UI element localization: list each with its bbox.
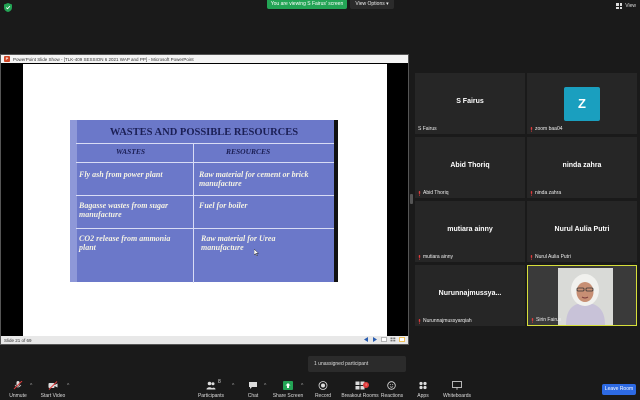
participants-button[interactable]: Participants — [191, 381, 231, 399]
leave-room-button[interactable]: Leave Room — [602, 384, 636, 395]
ppt-status-bar: Slide 21 of 69 — [1, 336, 408, 344]
slide-heading: WASTES AND POSSIBLE RESOURCES — [109, 127, 299, 138]
resource-cell: Fuel for boiler — [199, 201, 248, 210]
mic-muted-icon — [530, 190, 533, 196]
viewing-screen-banner: You are viewing S Fairus' screen — [267, 0, 347, 9]
avatar: Z — [564, 87, 600, 121]
slide-left-strip — [70, 120, 77, 282]
normal-view-icon[interactable] — [381, 337, 387, 342]
slide-show-icon[interactable] — [399, 337, 405, 342]
participant-name: S Fairus — [456, 98, 484, 105]
participant-label: mutiara ainny — [418, 254, 453, 260]
table-rule — [76, 228, 334, 229]
mic-muted-icon — [530, 126, 533, 132]
participant-tile-active-speaker[interactable]: Sirin Fairus — [527, 265, 637, 326]
mic-muted-icon — [418, 190, 421, 196]
split-resize-handle[interactable] — [410, 194, 413, 204]
participants-count: 8 — [218, 379, 221, 385]
participants-icon — [206, 381, 216, 390]
table-rule — [76, 162, 334, 163]
participant-label: Abid Thoriq — [418, 190, 448, 196]
participant-label: S Fairus — [418, 126, 437, 132]
mic-muted-icon — [13, 381, 23, 390]
slide-counter: Slide 21 of 69 — [4, 337, 32, 343]
resource-cell: Raw material for cement or brick manufac… — [199, 170, 309, 188]
table-rule — [76, 195, 334, 196]
shield-icon[interactable] — [4, 3, 12, 12]
whiteboard-icon — [452, 381, 462, 390]
participant-tile[interactable]: Abid Thoriq Abid Thoriq — [415, 137, 525, 198]
resource-cell: Raw material for Urea manufacture — [201, 234, 276, 252]
participant-tile[interactable]: Nurul Aulia Putri Nurul Aulia Putri — [527, 201, 637, 262]
column-header-wastes: WASTES — [116, 147, 146, 156]
waste-cell: Fly ash from power plant — [79, 170, 163, 179]
participant-tile[interactable]: S Fairus S Fairus — [415, 73, 525, 134]
slide-table-image: WASTES AND POSSIBLE RESOURCES WASTES RES… — [70, 120, 338, 283]
chat-caret-icon[interactable]: ^ — [264, 383, 266, 389]
smiley-plus-icon — [387, 381, 396, 390]
participant-label: ninda zahra — [530, 190, 561, 196]
ppt-view-controls — [363, 337, 405, 342]
meeting-toolbar: Unmute ^ Start Video ^ Participants 8 ^ … — [0, 378, 640, 400]
participant-tile[interactable]: ninda zahra ninda zahra — [527, 137, 637, 198]
mic-muted-icon — [531, 317, 534, 323]
next-slide-icon[interactable] — [372, 337, 378, 342]
mouse-pointer-icon — [254, 249, 259, 256]
mic-muted-icon — [530, 254, 533, 260]
participant-label: Sirin Fairus — [531, 317, 561, 323]
record-icon — [318, 381, 328, 390]
view-options-button[interactable]: View Options ▾ — [350, 0, 394, 9]
whiteboards-button[interactable]: Whiteboards — [437, 381, 477, 399]
participant-video — [558, 268, 613, 325]
column-header-resources: RESOURCES — [226, 147, 271, 156]
mic-muted-icon — [418, 318, 421, 324]
participant-name: Nurunnajmussya... — [438, 290, 502, 297]
participant-name: Nurul Aulia Putri — [554, 226, 610, 233]
participant-name: ninda zahra — [562, 162, 602, 169]
breakout-notification-badge: ! — [363, 382, 369, 388]
participant-name: mutiara ainny — [447, 226, 493, 233]
audio-options-caret-icon[interactable]: ^ — [30, 383, 32, 389]
participant-label: Nurul Aulia Putri — [530, 254, 571, 260]
chat-bubble-icon — [249, 382, 257, 389]
chat-button[interactable]: Chat — [233, 381, 273, 399]
participant-tile[interactable]: mutiara ainny mutiara ainny — [415, 201, 525, 262]
table-rule — [76, 143, 334, 144]
view-button-label: View — [625, 3, 636, 9]
participant-label: Nurunnajmussyarqiah — [418, 318, 472, 324]
participant-tile[interactable]: Z zoom baa04 — [527, 73, 637, 134]
ppt-title-bar: P PowerPoint Slide Show - [TLK-409 SESSI… — [1, 55, 408, 63]
participant-label: zoom baa04 — [530, 126, 563, 132]
ppt-window-title: PowerPoint Slide Show - [TLK-409 SESSION… — [13, 56, 194, 62]
apps-icon — [419, 381, 427, 390]
zoom-meeting-window: You are viewing S Fairus' screen View Op… — [0, 0, 640, 400]
waste-cell: Bagasse wastes from sugar manufacture — [79, 201, 169, 219]
gallery-grid-icon — [616, 3, 623, 9]
slide-sorter-icon[interactable] — [390, 337, 396, 342]
shared-screen: P PowerPoint Slide Show - [TLK-409 SESSI… — [0, 54, 409, 345]
participant-tile[interactable]: Nurunnajmussya... Nurunnajmussyarqiah — [415, 265, 525, 326]
powerpoint-logo-icon: P — [4, 56, 10, 62]
unassigned-participant-notice[interactable]: 1 unassigned participant — [308, 356, 406, 372]
table-divider — [193, 143, 194, 283]
share-screen-icon — [283, 381, 293, 390]
camera-off-icon — [48, 381, 58, 390]
mic-muted-icon — [418, 254, 421, 260]
previous-slide-icon[interactable] — [363, 337, 369, 342]
waste-cell: CO2 release from ammonia plant — [79, 234, 171, 252]
participant-name: Abid Thoriq — [450, 162, 490, 169]
video-options-caret-icon[interactable]: ^ — [67, 383, 69, 389]
view-button[interactable]: View — [616, 3, 636, 9]
slide-area: WASTES AND POSSIBLE RESOURCES WASTES RES… — [23, 64, 387, 336]
